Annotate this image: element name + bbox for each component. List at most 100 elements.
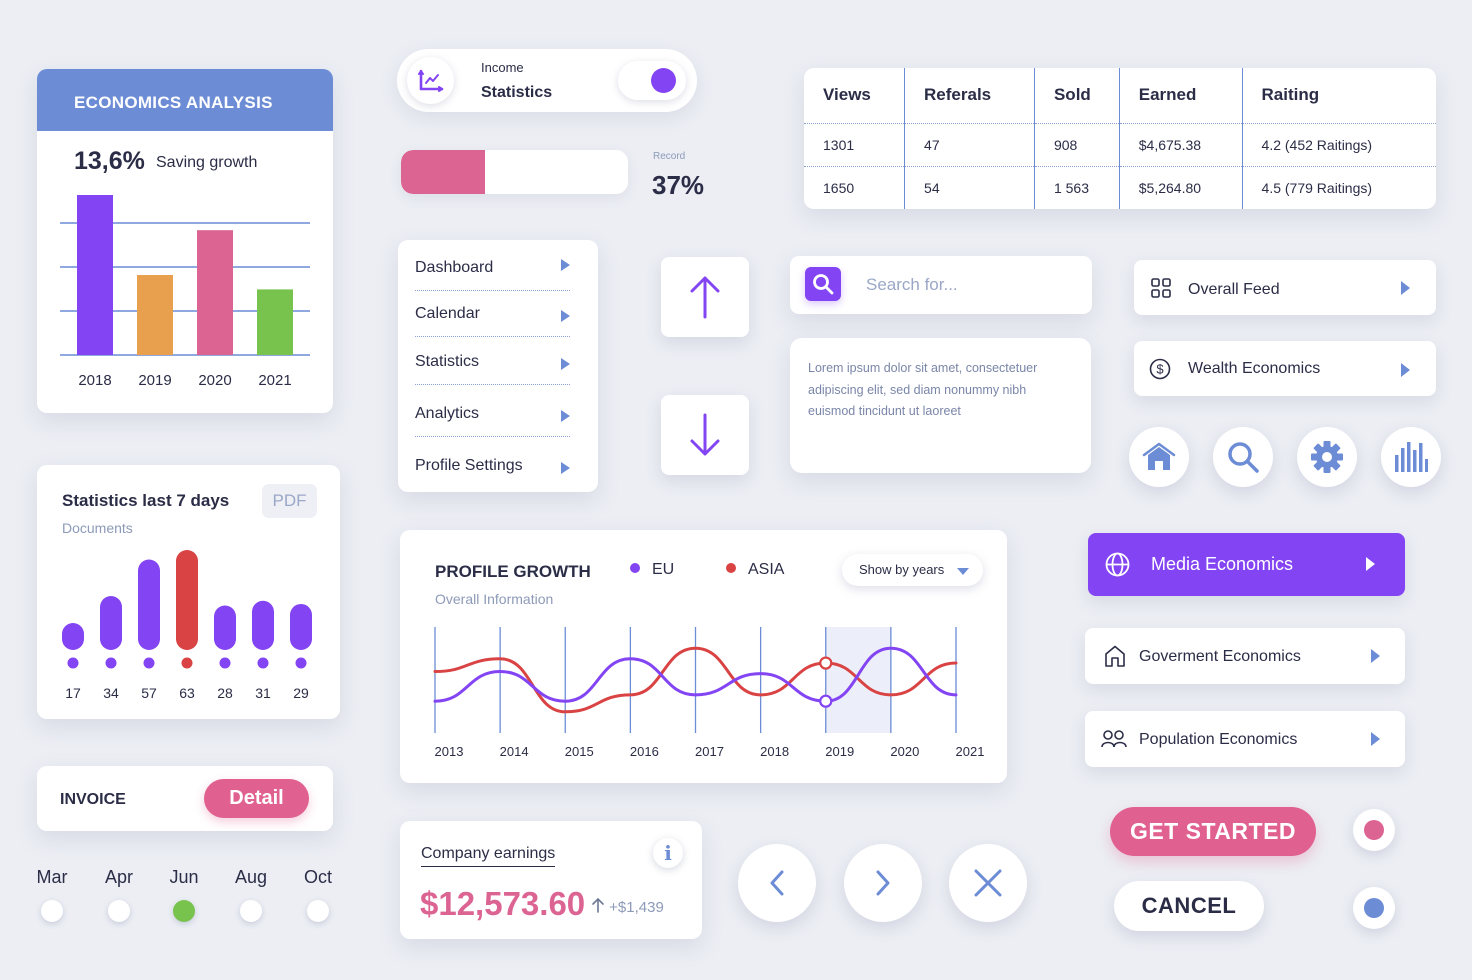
menu-item-dashboard[interactable]: Dashboard [415,259,570,299]
bar-day-2 [100,596,122,650]
legend-eu-label: EU [652,561,675,578]
x-tick-label: 2021 [956,744,985,759]
radio-pink[interactable] [1353,809,1395,851]
economics-card-title: ECONOMICS ANALYSIS [37,69,333,131]
x-tick-label: 2019 [825,744,854,759]
x-tick-label: 2019 [138,372,171,389]
bar-dot [67,657,79,669]
bar-dot [295,657,307,669]
search-circle-button[interactable] [1213,427,1273,487]
x-tick-label: 2017 [695,744,724,759]
x-tick-label: 2020 [198,372,231,389]
menu-item-profile-settings[interactable]: Profile Settings [415,457,570,497]
menu-item-label: Profile Settings [415,457,523,474]
close-button[interactable] [949,844,1027,922]
month-radio-aug[interactable] [240,900,262,922]
previous-button[interactable] [738,844,816,922]
profile-growth-card: 2013 2014 2015 2016 2017 2018 2019 2020 2021 PRO… [400,530,1007,783]
search-icon [1228,442,1259,473]
legend-eu-dot [630,563,640,573]
close-icon [974,869,1002,897]
menu-divider [415,436,570,437]
chevron-right-icon [561,310,570,322]
marker-eu [819,694,833,708]
month-radio-oct[interactable] [307,900,329,922]
arrow-up-icon [690,276,720,319]
population-economics-button[interactable]: Population Economics [1085,711,1405,767]
home-button[interactable] [1129,427,1189,487]
bar-value-label: 34 [103,685,119,701]
caret-down-icon [957,568,969,575]
month-radio-apr[interactable] [108,900,130,922]
bar-value-label: 31 [255,685,271,701]
x-tick-label: 2016 [630,744,659,759]
table-cell: 47 [904,122,1035,166]
toggle-knob [651,68,676,93]
arrow-down-button[interactable] [661,395,749,475]
wealth-economics-label: Wealth Economics [1188,360,1321,377]
next-button[interactable] [844,844,922,922]
info-icon[interactable]: i [653,838,683,868]
marker-asia [819,656,833,670]
month-label-mar: Mar [36,867,68,887]
statistics-label: Statistics [481,84,553,101]
earnings-title: Company earnings [421,845,556,867]
bar-dot [105,657,117,669]
saving-growth-value: 13,6% [74,147,145,175]
media-economics-button[interactable]: Media Economics [1088,533,1405,596]
stats7-bar-chart: 17 34 57 63 28 31 29 [62,550,312,701]
menu-divider [415,384,570,385]
table-header-cell: Views [823,85,871,105]
settings-button[interactable] [1297,427,1357,487]
bar-dot [181,657,193,669]
bar-value-label: 57 [141,685,157,701]
government-economics-button[interactable]: Goverment Economics [1085,628,1405,684]
bar-2018 [77,195,113,355]
wealth-economics-button[interactable]: $ Wealth Economics [1134,341,1436,396]
grid-icon [1151,278,1171,298]
pdf-button[interactable]: PDF [262,484,317,518]
detail-button[interactable]: Detail [204,779,309,818]
radio-blue[interactable] [1353,887,1395,929]
cancel-button[interactable]: CANCEL [1114,881,1264,931]
earnings-delta: +$1,439 [591,897,664,916]
x-tick-label: 2021 [258,372,291,389]
show-by-years-dropdown[interactable]: Show by years [842,554,983,586]
chevron-right-icon [1401,363,1410,377]
arrow-up-button[interactable] [661,257,749,337]
analytics-button[interactable] [1381,427,1441,487]
bar-dot [257,657,269,669]
invoice-card: INVOICE Detail [37,766,333,831]
x-tick-label: 2018 [78,372,111,389]
menu-item-statistics[interactable]: Statistics [415,353,570,393]
month-radio-jun[interactable] [173,900,195,922]
chevron-right-icon [1371,732,1380,746]
svg-text:$: $ [1156,362,1164,377]
dropdown-value: Show by years [859,562,945,577]
line-chart-icon [407,57,454,104]
menu-divider [415,336,570,337]
x-tick-label: 2018 [760,744,789,759]
month-radio-mar[interactable] [41,900,63,922]
dollar-icon: $ [1149,358,1171,380]
income-label: Income [481,60,524,75]
overall-feed-button[interactable]: Overall Feed [1134,260,1436,315]
get-started-button[interactable]: GET STARTED [1110,807,1316,856]
menu-item-analytics[interactable]: Analytics [415,405,570,445]
bar-2020 [197,230,233,355]
bar-value-label: 17 [65,685,81,701]
gear-icon [1311,441,1343,473]
radio-pink-dot [1364,820,1384,840]
growth-title: PROFILE GROWTH [435,562,591,581]
menu-divider [415,290,570,291]
search-input[interactable] [866,270,1076,300]
chevron-right-icon [1401,281,1410,295]
menu-item-calendar[interactable]: Calendar [415,305,570,345]
earnings-delta-value: +$1,439 [609,899,664,916]
search-button[interactable] [805,267,841,301]
building-icon [1104,645,1126,667]
record-value: 37% [652,170,705,200]
population-economics-label: Population Economics [1139,731,1298,748]
globe-icon [1105,552,1130,577]
statistics-toggle[interactable] [618,61,686,100]
